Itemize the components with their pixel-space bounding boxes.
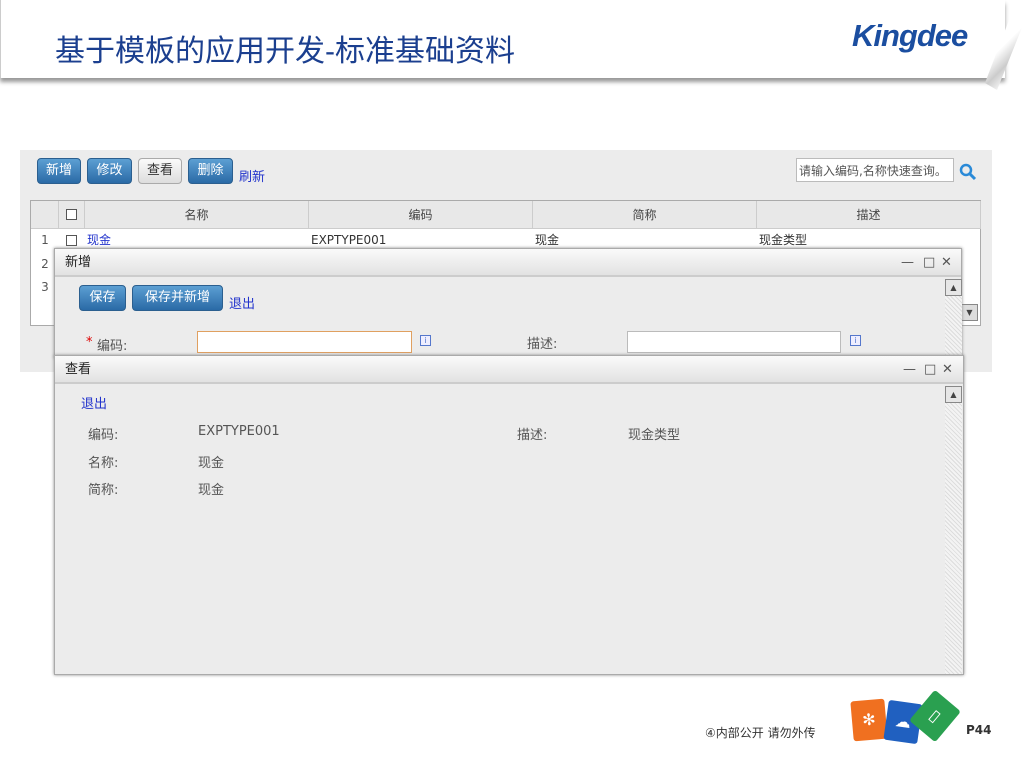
rownum-header bbox=[31, 201, 59, 229]
maximize-icon[interactable]: □ bbox=[924, 356, 936, 384]
info-icon[interactable]: i bbox=[850, 335, 861, 346]
cell-code: EXPTYPE001 bbox=[311, 233, 387, 247]
maximize-icon[interactable]: □ bbox=[923, 249, 935, 277]
refresh-link[interactable]: 刷新 bbox=[239, 166, 265, 185]
save-button[interactable]: 保存 bbox=[79, 285, 126, 311]
code-input[interactable] bbox=[197, 331, 412, 353]
desc-label: 描述: bbox=[517, 428, 548, 443]
code-label: 编码: bbox=[88, 428, 119, 443]
short-value: 现金 bbox=[198, 483, 225, 498]
dialog-title: 新增 bbox=[55, 249, 961, 277]
required-mark: * bbox=[86, 335, 93, 350]
view-dialog: 查看 — □ ✕ 退出 编码: EXPTYPE001 描述: 现金类型 名称: … bbox=[54, 355, 964, 675]
cell-short: 现金 bbox=[535, 233, 560, 247]
select-all-header bbox=[59, 201, 85, 229]
short-label: 简称: bbox=[88, 483, 119, 498]
column-header-name[interactable]: 名称 bbox=[85, 201, 309, 229]
search-input[interactable]: 请输入编码,名称快速查询。 bbox=[796, 158, 954, 182]
network-icon: ✻ bbox=[850, 698, 888, 742]
close-icon[interactable]: ✕ bbox=[942, 356, 953, 384]
code-label: 编码: bbox=[97, 339, 128, 354]
select-all-checkbox[interactable] bbox=[66, 209, 77, 220]
scrollbar[interactable]: ▲ bbox=[945, 386, 962, 674]
kingdee-logo: Kingdee bbox=[852, 18, 968, 53]
name-value: 现金 bbox=[198, 456, 225, 471]
footer-notice: ④内部公开 请勿外传 bbox=[705, 726, 816, 740]
info-icon[interactable]: i bbox=[420, 335, 431, 346]
dialog-title: 查看 bbox=[55, 356, 963, 384]
desc-input[interactable] bbox=[627, 331, 841, 353]
exit-link[interactable]: 退出 bbox=[81, 393, 107, 412]
row-checkbox[interactable] bbox=[66, 235, 77, 246]
desc-value: 现金类型 bbox=[628, 428, 681, 443]
scroll-down-arrow[interactable]: ▼ bbox=[961, 304, 978, 321]
minimize-icon[interactable]: — bbox=[903, 356, 916, 384]
row-number: 1 bbox=[41, 233, 49, 247]
desc-label: 描述: bbox=[527, 337, 558, 352]
column-header-short[interactable]: 简称 bbox=[533, 201, 757, 229]
product-cubes-logo: ✻ ☁ ▯ bbox=[850, 689, 961, 750]
delete-button[interactable]: 删除 bbox=[188, 158, 233, 184]
scroll-up-arrow[interactable]: ▲ bbox=[945, 386, 962, 403]
close-icon[interactable]: ✕ bbox=[941, 249, 952, 277]
exit-link[interactable]: 退出 bbox=[229, 293, 255, 312]
cell-name[interactable]: 现金 bbox=[85, 230, 111, 250]
search-icon[interactable] bbox=[959, 163, 977, 181]
scroll-up-arrow[interactable]: ▲ bbox=[945, 279, 962, 296]
minimize-icon[interactable]: — bbox=[901, 249, 914, 277]
save-and-new-button[interactable]: 保存并新增 bbox=[132, 285, 223, 311]
code-value: EXPTYPE001 bbox=[198, 424, 280, 439]
column-header-desc[interactable]: 描述 bbox=[757, 201, 981, 229]
edit-button[interactable]: 修改 bbox=[87, 158, 132, 184]
name-label: 名称: bbox=[88, 456, 119, 471]
new-button[interactable]: 新增 bbox=[37, 158, 81, 184]
scrollbar[interactable]: ▲ bbox=[945, 279, 962, 359]
view-button[interactable]: 查看 bbox=[138, 158, 182, 184]
slide-title: 基于模板的应用开发-标准基础资料 bbox=[55, 35, 515, 68]
column-header-code[interactable]: 编码 bbox=[309, 201, 533, 229]
new-dialog: 新增 — □ ✕ 保存 保存并新增 退出 * 编码: i 描述: i ▲ bbox=[54, 248, 962, 359]
cell-desc: 现金类型 bbox=[759, 233, 808, 247]
page-number: P44 bbox=[966, 723, 992, 737]
